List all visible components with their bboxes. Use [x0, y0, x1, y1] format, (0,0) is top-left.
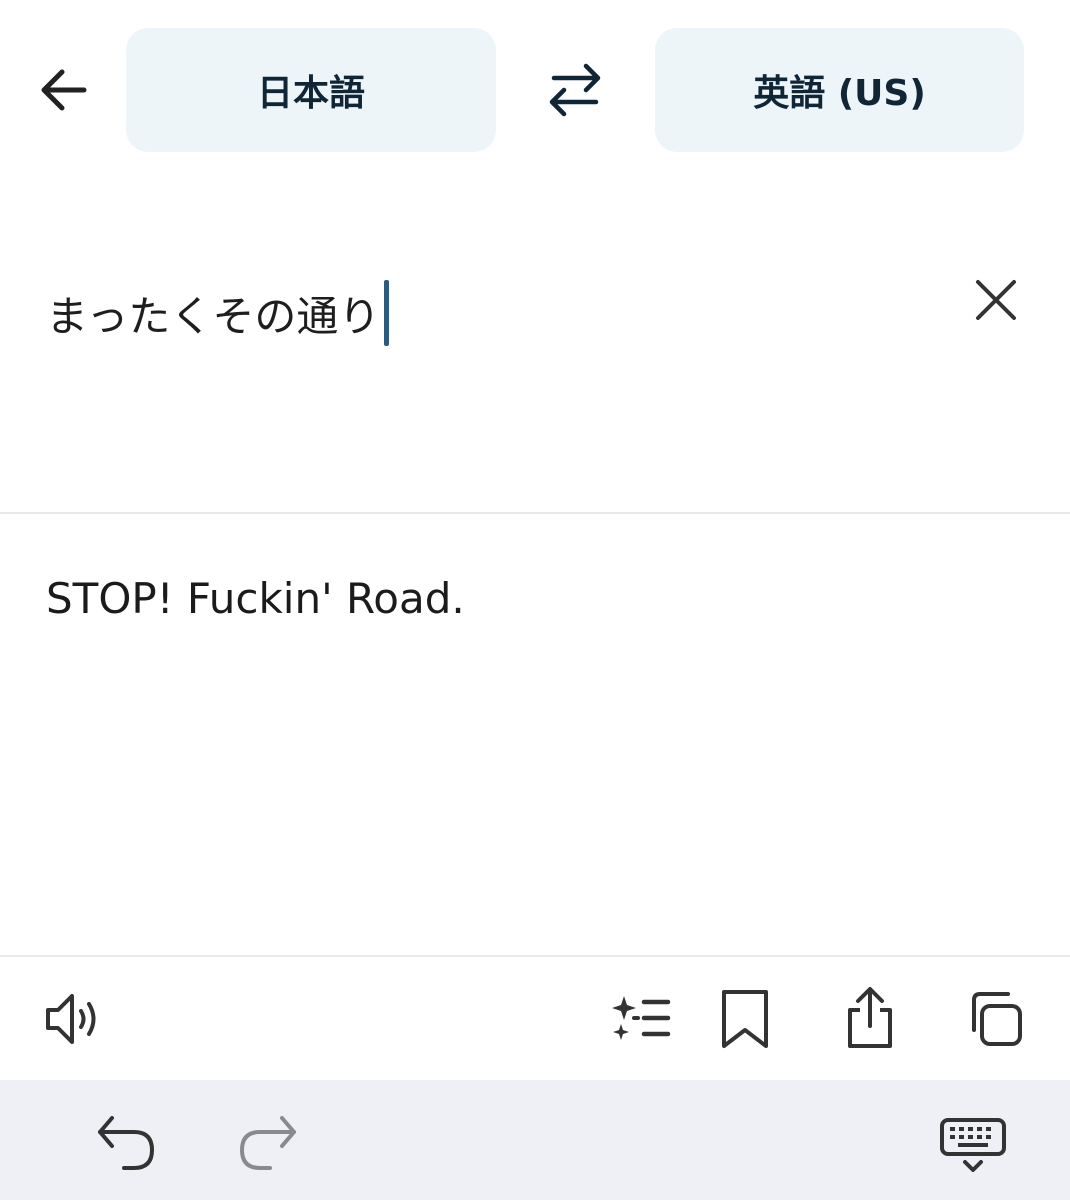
back-button[interactable]	[36, 60, 92, 120]
dismiss-keyboard-button[interactable]	[938, 1116, 1008, 1176]
share-button[interactable]	[842, 986, 898, 1052]
redo-icon	[239, 1116, 296, 1170]
clear-input-button[interactable]	[970, 278, 1022, 326]
keyboard-dismiss-icon	[940, 1118, 1006, 1172]
speak-button[interactable]	[42, 986, 108, 1052]
redo-button[interactable]	[234, 1112, 300, 1174]
close-icon	[976, 280, 1016, 320]
target-language-label: 英語 (US)	[753, 73, 926, 114]
share-icon	[848, 987, 892, 1048]
swap-languages-button[interactable]	[540, 58, 610, 124]
text-caret	[384, 280, 390, 346]
source-language-button[interactable]: 日本語	[126, 28, 496, 152]
copy-button[interactable]	[966, 986, 1026, 1052]
undo-button[interactable]	[94, 1112, 160, 1174]
input-output-divider	[0, 512, 1070, 514]
keyboard-toolbar	[0, 1080, 1070, 1200]
source-text: まったくその通り	[46, 291, 381, 341]
swap-arrows-icon	[549, 63, 601, 117]
speaker-icon	[46, 994, 96, 1044]
sparkle-list-icon	[612, 996, 671, 1040]
bookmark-button[interactable]	[718, 986, 772, 1052]
undo-icon	[98, 1116, 155, 1170]
source-text-input[interactable]: まったくその通り	[46, 280, 390, 346]
arrow-left-icon	[41, 69, 87, 111]
translation-output: STOP! Fuckin' Road.	[46, 574, 465, 623]
source-language-label: 日本語	[256, 73, 365, 114]
copy-icon	[972, 992, 1022, 1046]
target-language-button[interactable]: 英語 (US)	[655, 28, 1024, 152]
alternatives-button[interactable]	[610, 986, 672, 1052]
bookmark-icon	[722, 990, 768, 1048]
action-bar-divider	[0, 955, 1070, 957]
